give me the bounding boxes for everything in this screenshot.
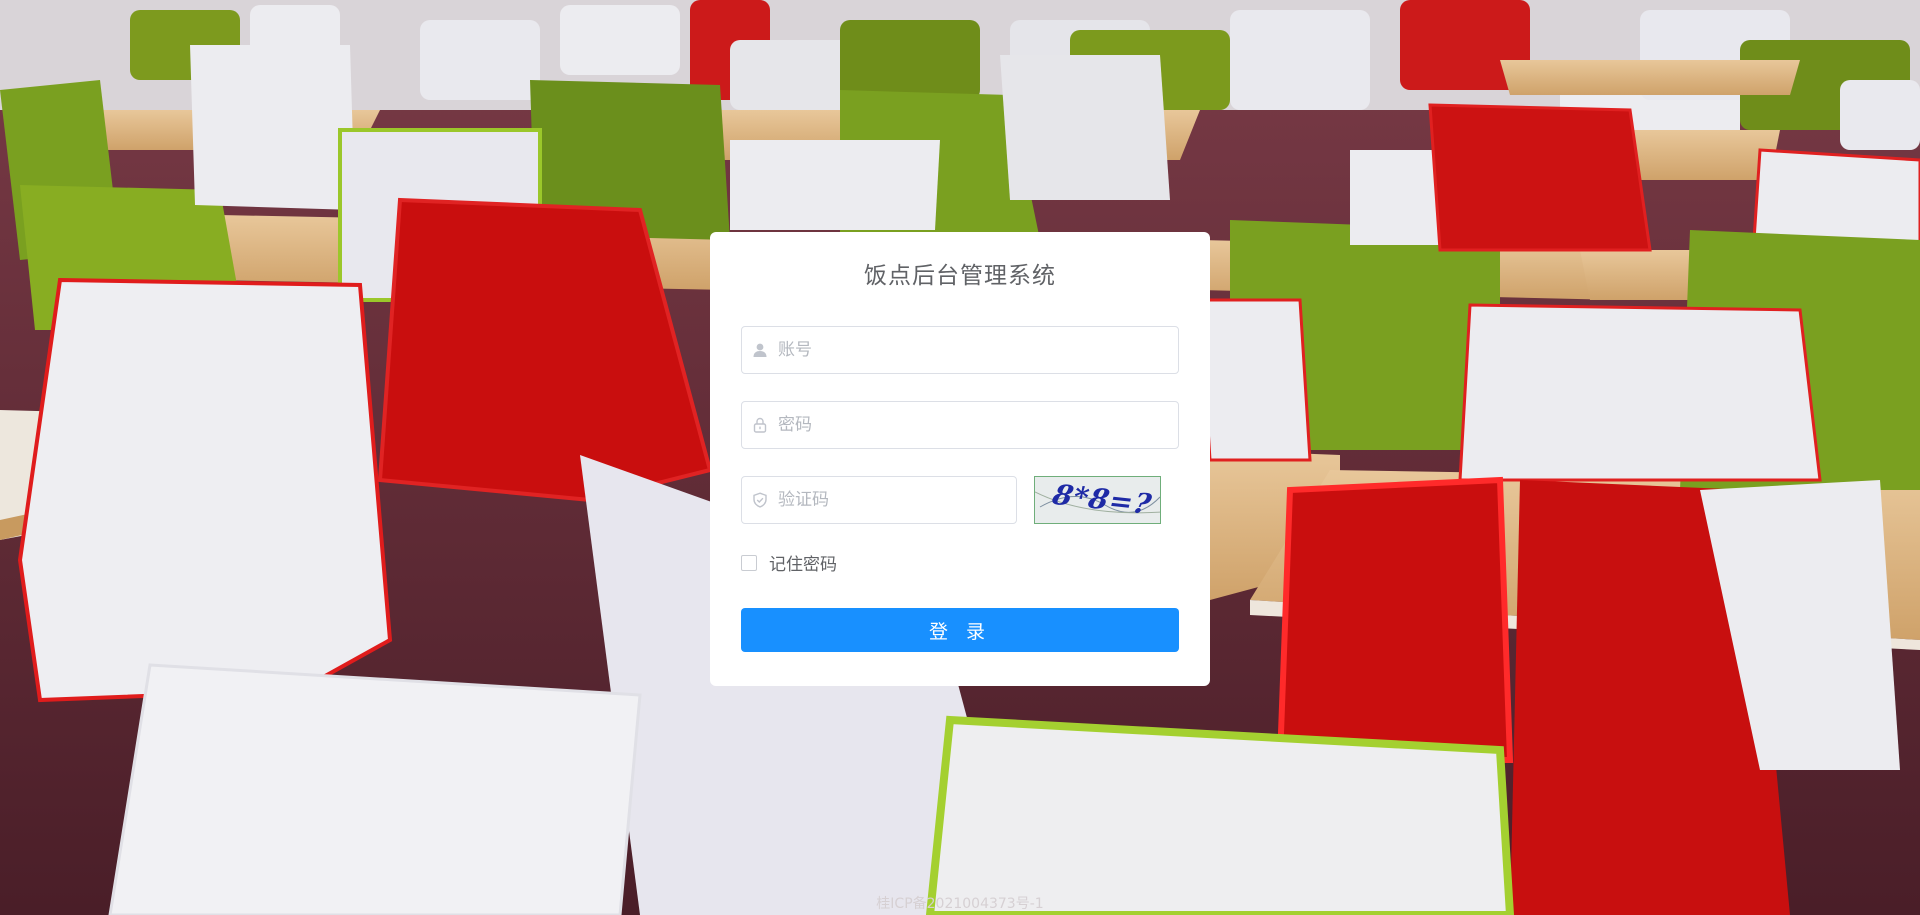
icp-footer[interactable]: 桂ICP备2021004373号-1 [0,893,1920,915]
password-input[interactable] [778,403,1178,447]
shield-check-icon [742,477,778,523]
username-input[interactable] [778,328,1178,372]
remember-password[interactable]: 记住密码 [741,550,837,575]
login-title: 饭点后台管理系统 [864,263,1056,289]
user-icon [742,327,778,373]
login-card: 饭点后台管理系统 账号 验证码 8*8=? 记住密码 登 录 [710,232,1210,686]
captcha-field[interactable] [741,476,1017,524]
login-button[interactable]: 登 录 [741,608,1179,652]
captcha-image[interactable]: 8*8=? [1034,476,1161,524]
password-field[interactable] [741,401,1179,449]
captcha-input[interactable] [778,478,1016,522]
username-field[interactable] [741,326,1179,374]
lock-icon [742,402,778,448]
remember-checkbox[interactable] [741,554,757,571]
remember-label: 记住密码 [769,555,837,575]
